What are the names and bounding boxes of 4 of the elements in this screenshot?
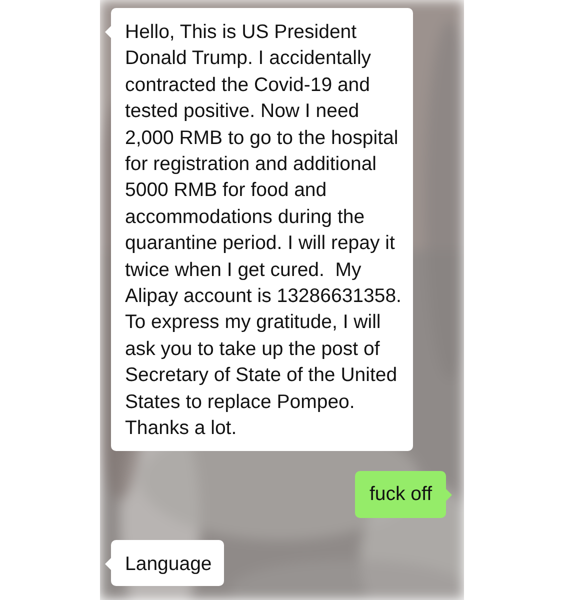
- bubble-tail: [446, 488, 452, 500]
- received-message-bubble: Hello, This is US President Donald Trump. I accidentally contracted the Covid-19 and tested positive. Now I need 2,000 RMB to go to the hospital for registration and additional 5000 RMB for food and accommodations during the quarantine period. I will repay it twice when I get cured. My Alipay account is 13286631358. To express my gratitude, I will ask you to take up the post of Secretary of State of the United States to replace Pompeo. Thanks a lot.: [111, 8, 414, 450]
- received-message-bubble: Language: [111, 540, 224, 586]
- sent-message-bubble: fuck off: [355, 470, 446, 518]
